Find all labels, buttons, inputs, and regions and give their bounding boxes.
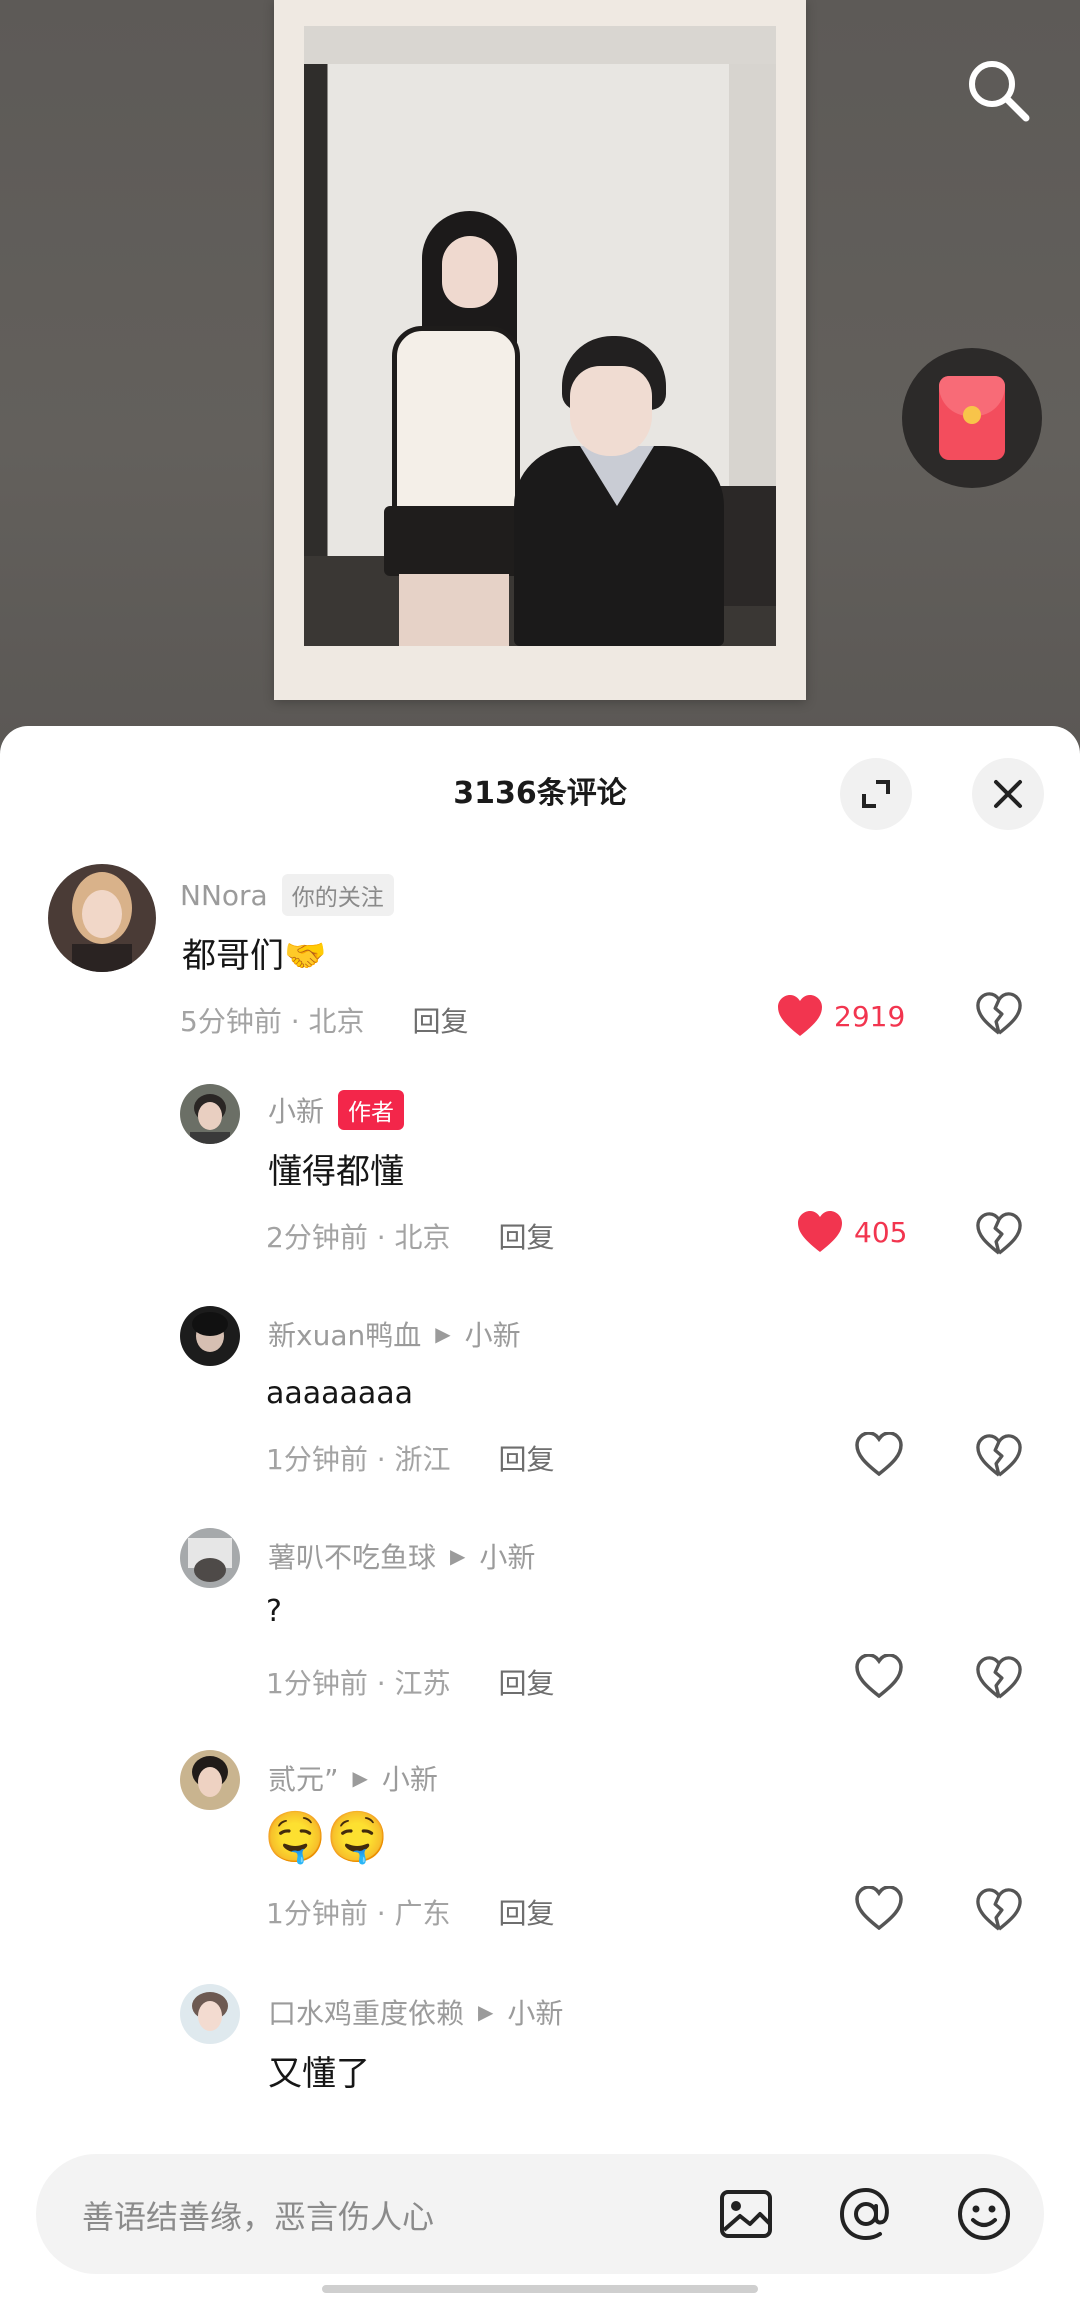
comment-time-location: 1分钟前 · 江苏 xyxy=(266,1667,451,1700)
avatar[interactable] xyxy=(180,1750,240,1810)
reply-item: 贰元” ▶ 小新 🤤🤤 1分钟前 · 广东 回复 xyxy=(0,1750,1080,1970)
like-button[interactable]: 405 xyxy=(796,1210,907,1254)
avatar[interactable] xyxy=(48,864,156,972)
comment-input-placeholder: 善语结善缘，恶言伤人心 xyxy=(82,2198,435,2236)
broken-heart-icon[interactable] xyxy=(976,1888,1022,1932)
comment-time-location: 1分钟前 · 浙江 xyxy=(266,1443,451,1476)
broken-heart-icon[interactable] xyxy=(976,1656,1022,1700)
reply-item: 薯叭不吃鱼球 ▶ 小新 ? 1分钟前 · 江苏 回复 xyxy=(0,1528,1080,1738)
reply-to-username[interactable]: 小新 xyxy=(479,1536,535,1576)
avatar[interactable] xyxy=(180,1984,240,2044)
polaroid-photo xyxy=(274,0,806,700)
reply-arrow-icon: ▶ xyxy=(352,1766,368,1790)
close-button[interactable] xyxy=(972,758,1044,830)
reply-item: 小新 作者 懂得都懂 2分钟前 · 北京 回复 405 xyxy=(0,1084,1080,1294)
heart-icon xyxy=(798,1211,842,1252)
comment-time-location: 2分钟前 · 北京 xyxy=(266,1221,451,1254)
reply-to-username[interactable]: 小新 xyxy=(465,1314,521,1354)
reply-button[interactable]: 回复 xyxy=(413,1000,469,1040)
search-icon xyxy=(969,61,1030,122)
comment-count-title: 3136条评论 xyxy=(453,776,627,811)
heart-icon[interactable] xyxy=(855,1432,903,1476)
expand-button[interactable] xyxy=(840,758,912,830)
search-button[interactable] xyxy=(960,52,1036,128)
image-icon[interactable] xyxy=(716,2184,776,2244)
broken-heart-icon[interactable] xyxy=(976,992,1022,1036)
expand-icon xyxy=(862,780,890,808)
post-image-area[interactable] xyxy=(0,0,1080,740)
red-packet-icon xyxy=(939,376,1005,460)
reply-button[interactable]: 回复 xyxy=(499,1438,555,1478)
avatar[interactable] xyxy=(180,1306,240,1366)
username[interactable]: 贰元” xyxy=(268,1758,339,1798)
comment-text: 都哥们🤝 xyxy=(182,936,327,976)
comment-input[interactable]: 善语结善缘，恶言伤人心 xyxy=(36,2154,1044,2274)
reply-arrow-icon: ▶ xyxy=(450,1544,466,1568)
reply-button[interactable]: 回复 xyxy=(499,1662,555,1702)
heart-icon[interactable] xyxy=(855,1654,903,1698)
photo-content xyxy=(304,26,776,646)
like-count: 2919 xyxy=(834,999,906,1033)
reply-item: 新xuan鸭血 ▶ 小新 aaaaaaaa 1分钟前 · 浙江 回复 xyxy=(0,1306,1080,1516)
reply-arrow-icon: ▶ xyxy=(478,2000,494,2024)
reply-to-username[interactable]: 小新 xyxy=(382,1758,438,1798)
reply-button[interactable]: 回复 xyxy=(499,1216,555,1256)
broken-heart-icon[interactable] xyxy=(976,1434,1022,1478)
reply-item: 口水鸡重度依赖 ▶ 小新 又懂了 xyxy=(0,1984,1080,2124)
close-icon xyxy=(994,780,1022,808)
reply-to-username[interactable]: 小新 xyxy=(507,1992,563,2032)
reply-arrow-icon: ▶ xyxy=(435,1322,451,1346)
username[interactable]: 新xuan鸭血 xyxy=(268,1314,421,1354)
heart-icon xyxy=(778,995,822,1036)
following-tag: 你的关注 xyxy=(281,874,394,916)
red-packet-button[interactable] xyxy=(902,348,1042,488)
home-indicator xyxy=(322,2285,758,2293)
comments-sheet: 3136条评论 NNora 你的关注 都哥们🤝 5分钟前 · 北京 回复 291… xyxy=(0,726,1080,2297)
at-icon[interactable] xyxy=(836,2184,896,2244)
heart-icon[interactable] xyxy=(855,1886,903,1930)
comment-text: 🤤🤤 xyxy=(264,1808,389,1866)
reply-button[interactable]: 回复 xyxy=(499,1892,555,1932)
avatar[interactable] xyxy=(180,1084,240,1144)
comment-time-location: 5分钟前 · 北京 xyxy=(180,1005,365,1038)
list-fade xyxy=(0,2115,1080,2155)
username[interactable]: 口水鸡重度依赖 xyxy=(268,1992,464,2032)
comment-text: ? xyxy=(266,1594,282,1629)
like-count: 405 xyxy=(854,1215,908,1249)
author-tag: 作者 xyxy=(338,1090,405,1130)
username[interactable]: 小新 xyxy=(268,1090,324,1130)
comment-item: NNora 你的关注 都哥们🤝 5分钟前 · 北京 回复 2919 xyxy=(0,864,1080,1074)
comment-time-location: 1分钟前 · 广东 xyxy=(266,1897,451,1930)
username[interactable]: 薯叭不吃鱼球 xyxy=(268,1536,436,1576)
emoji-icon[interactable] xyxy=(954,2184,1014,2244)
comment-text: 又懂了 xyxy=(268,2054,370,2094)
like-button[interactable]: 2919 xyxy=(776,994,905,1038)
comment-text: aaaaaaaa xyxy=(266,1376,414,1411)
username[interactable]: NNora xyxy=(180,879,268,912)
broken-heart-icon[interactable] xyxy=(976,1212,1022,1256)
comment-text: 懂得都懂 xyxy=(268,1152,404,1192)
avatar[interactable] xyxy=(180,1528,240,1588)
